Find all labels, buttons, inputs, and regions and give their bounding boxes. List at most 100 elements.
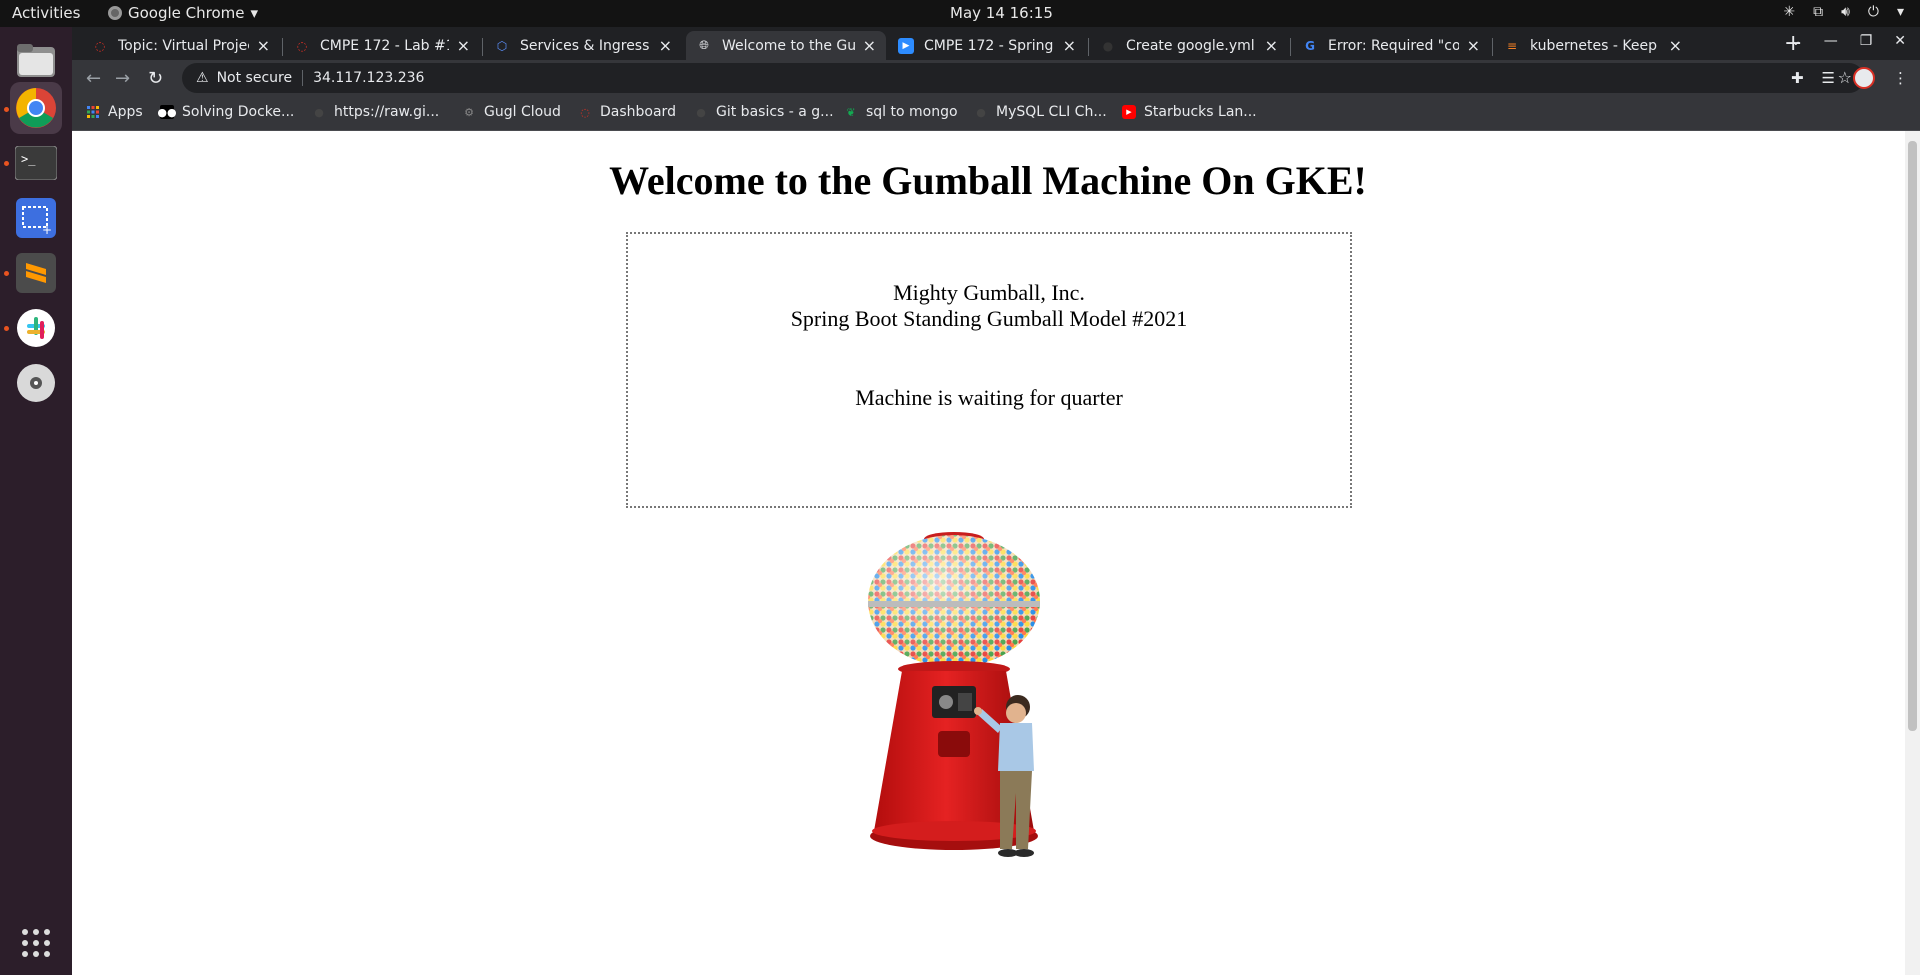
app-menu[interactable]: Google Chrome ▾ [108,4,258,22]
close-icon[interactable]: × [863,36,876,55]
bookmark-mysql-cli[interactable]: ● MySQL CLI Ch... [974,104,1107,120]
machine-status-panel: Mighty Gumball, Inc. Spring Boot Standin… [626,232,1352,508]
bookmark-dashboard[interactable]: ◌ Dashboard [578,104,676,120]
tab-title: Create google.yml · F [1126,37,1257,54]
tab-create-google-yml[interactable]: ● Create google.yml · F × [1090,31,1288,60]
running-indicator [4,326,9,331]
github-icon: ● [314,105,324,119]
sublime-text-icon [16,253,56,293]
gumball-machine-image [868,532,1040,857]
stackoverflow-icon: ≡ [1506,38,1518,53]
close-icon[interactable]: × [1467,36,1480,55]
restore-icon[interactable]: ❐ [1860,33,1873,49]
close-icon[interactable]: × [1063,36,1076,55]
close-icon[interactable]: × [659,36,672,55]
running-indicator [4,161,9,166]
bookmark-starbucks[interactable]: ▶ Starbucks Lan... [1122,104,1257,120]
activities-button[interactable]: Activities [12,4,80,22]
bookmark-label: Git basics - a g... [716,104,834,120]
tab-cmpe-spring[interactable]: ▶ CMPE 172 - Spring 20 × [888,31,1086,60]
tab-strip: ◌ Topic: Virtual Projec × ◌ CMPE 172 - L… [72,27,1920,60]
close-icon[interactable]: × [1669,36,1682,55]
machine-state: Machine is waiting for quarter [855,385,1123,410]
network-icon[interactable]: ⧉ [1813,4,1823,20]
url-text[interactable]: 34.117.123.236 [313,70,424,86]
tab-search-icon[interactable]: ⌄ [1790,33,1802,49]
extensions-icon[interactable]: ✚ [1791,69,1804,87]
chrome-icon [108,6,122,20]
loading-icon: ◌ [296,38,308,53]
close-icon[interactable]: × [1265,36,1278,55]
company-name: Mighty Gumball, Inc. [893,280,1085,305]
bookmark-label: Starbucks Lan... [1144,104,1257,120]
profile-avatar[interactable] [1853,67,1875,89]
screenshot-icon: + [16,198,56,238]
sublime-dock-item[interactable] [10,247,62,299]
warning-icon[interactable]: ⚠ [196,70,209,86]
zoom-icon: ▶ [898,37,914,54]
tab-gumball-welcome[interactable]: 🌐︎ Welcome to the Gum × [686,31,886,60]
menu-kebab-icon[interactable]: ⋮ [1893,69,1908,87]
tab-title: kubernetes - Keep g [1530,37,1661,54]
tab-services-ingress[interactable]: ⬡ Services & Ingress – K × [484,31,682,60]
disc-dock-item[interactable] [10,357,62,409]
svg-text:+: + [42,223,52,237]
scrollbar-thumb[interactable] [1908,141,1917,731]
files-icon [17,44,55,77]
tab-title: Welcome to the Gum [722,37,855,54]
tab-separator [1290,38,1291,56]
minimize-icon[interactable]: — [1824,33,1838,49]
bookmark-raw-github[interactable]: ● https://raw.gi... [312,104,439,120]
web-page: Welcome to the Gumball Machine On GKE! M… [72,131,1920,975]
tab-separator [1492,38,1493,56]
reload-icon[interactable]: ↻ [148,68,163,89]
chrome-dock-item[interactable] [10,82,62,134]
dock: >_ + [0,27,72,975]
tab-kubernetes-keep[interactable]: ≡ kubernetes - Keep g × [1494,31,1692,60]
power-icon[interactable]: ⏻ [1868,4,1879,20]
github-icon: ● [1102,38,1114,53]
bookmark-solving-docker[interactable]: ●● Solving Docke... [157,104,294,120]
address-bar[interactable]: ⚠ Not secure 34.117.123.236 ☆ [182,63,1864,93]
vertical-scrollbar[interactable] [1905,131,1920,975]
files-dock-item[interactable] [10,35,62,87]
tab-separator [1088,38,1089,56]
medium-icon: ●● [157,105,177,119]
system-tray[interactable]: ✳ ⧉ 🔊︎ ⏻ ▾ [1783,4,1904,20]
close-window-icon[interactable]: ✕ [1894,33,1906,49]
security-status[interactable]: Not secure [217,70,293,86]
slack-icon [17,309,55,347]
bookmark-git-basics[interactable]: ● Git basics - a g... [694,104,834,120]
terminal-dock-item[interactable]: >_ [10,137,62,189]
tab-error-required[interactable]: G Error: Required "con × [1292,31,1490,60]
slack-tray-icon[interactable]: ✳ [1783,4,1795,20]
close-icon[interactable]: × [257,36,270,55]
machine-model: Spring Boot Standing Gumball Model #2021 [790,306,1188,331]
bookmarks-bar: Apps ●● Solving Docke... ● https://raw.g… [72,96,1920,131]
reading-list-icon[interactable]: ☰ [1822,69,1835,87]
screenshot-dock-item[interactable]: + [10,192,62,244]
globe-icon: 🌐︎ [699,38,709,52]
tab-separator [282,38,283,56]
svg-text:>_: >_ [21,152,36,166]
chevron-down-icon: ▾ [250,4,259,22]
apps-grid-icon [22,929,50,957]
back-icon[interactable]: ← [86,68,101,89]
show-apps-button[interactable] [10,917,62,969]
tab-virtual-project[interactable]: ◌ Topic: Virtual Projec × [82,31,280,60]
clock[interactable]: May 14 16:15 [950,4,1053,22]
running-indicator [4,107,9,112]
slack-dock-item[interactable] [10,302,62,354]
running-indicator [4,271,9,276]
window-controls: ⌄ — ❐ ✕ [1790,33,1906,49]
tab-lab10[interactable]: ◌ CMPE 172 - Lab #10 - × [284,31,480,60]
chevron-down-icon[interactable]: ▾ [1897,4,1904,20]
volume-icon[interactable]: 🔊︎ [1841,4,1850,20]
forward-icon[interactable]: → [115,68,130,89]
gcloud-icon: ⚙ [464,105,474,119]
bookmark-gugl-cloud[interactable]: ⚙ Gugl Cloud [462,104,561,120]
bookmark-sql-to-mongo[interactable]: ❦ sql to mongo [844,104,957,120]
close-icon[interactable]: × [457,36,470,55]
bookmark-apps[interactable]: Apps [86,104,143,120]
browser-toolbar: ← → ↻ ⚠ Not secure 34.117.123.236 ☆ ✚ ☰ … [72,60,1920,96]
